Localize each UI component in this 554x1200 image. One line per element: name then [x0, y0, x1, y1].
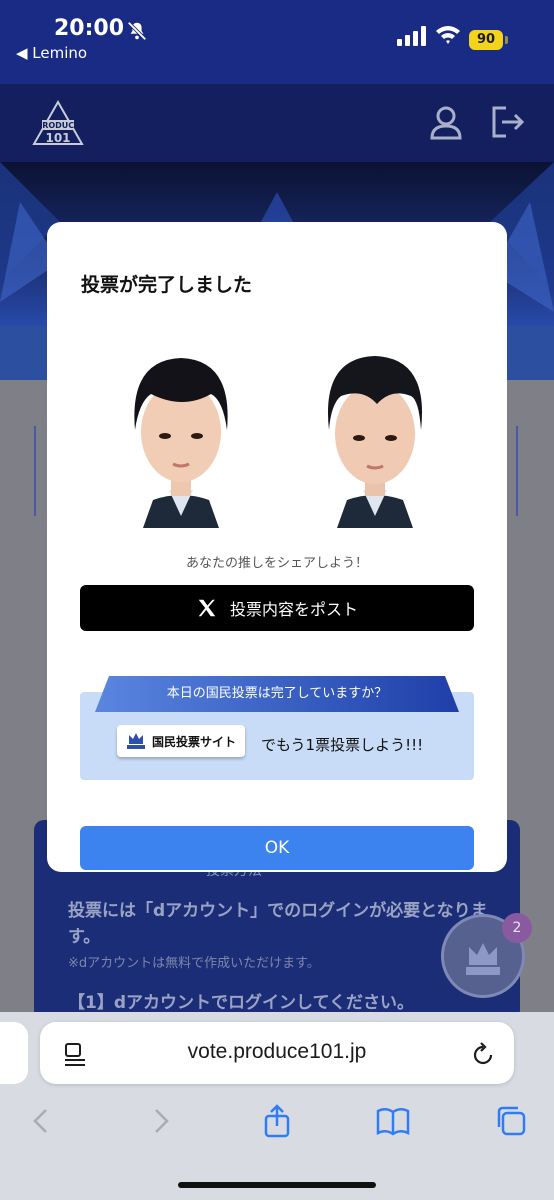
post-to-x-button[interactable]: 投票内容をポスト: [80, 585, 474, 631]
forward-arrow-icon[interactable]: [144, 1104, 178, 1138]
wifi-icon: [436, 26, 460, 44]
promo-banner-text: 本日の国民投票は完了していますか？: [166, 686, 388, 701]
svg-text:101: 101: [45, 131, 70, 145]
decor-line-right: [516, 426, 518, 516]
bookmarks-icon[interactable]: [376, 1104, 410, 1138]
produce101-logo[interactable]: PRODUCE 101: [32, 100, 84, 152]
x-logo-icon: [198, 599, 216, 617]
promo-text: でもう1票投票しよう!!!: [261, 736, 424, 754]
user-account-icon[interactable]: [426, 102, 466, 142]
trainee-photo-2: [307, 340, 443, 528]
battery-indicator: 90: [469, 30, 503, 50]
site-header: PRODUCE 101: [0, 84, 554, 162]
modal-title: 投票が完了しました: [81, 274, 253, 296]
decor-line-left: [34, 426, 36, 516]
site-button-label: 国民投票サイト: [151, 734, 236, 749]
status-time: 20:00: [54, 16, 125, 41]
vote-complete-modal: 投票が完了しました あなたの推しをシェアしよう！ 投票内容をポスト 本日の国民投…: [47, 222, 507, 872]
ok-button[interactable]: OK: [80, 826, 474, 870]
national-vote-site-button[interactable]: 国民投票サイト: [117, 725, 245, 757]
battery-tip: [505, 36, 508, 44]
tabs-icon[interactable]: [494, 1104, 528, 1138]
info-step-1: 【1】dアカウントでログインしてください。: [68, 993, 414, 1013]
back-to-app-link[interactable]: ◀ Lemino: [16, 44, 87, 62]
crown-icon: [126, 733, 145, 749]
status-bar: 20:00 ◀ Lemino 90: [0, 0, 554, 84]
info-free-account-note: ※dアカウントは無料で作成いただけます。: [68, 956, 320, 971]
svg-text:PRODUCE: PRODUCE: [36, 121, 79, 130]
share-prompt: あなたの推しをシェアしよう！: [185, 556, 368, 571]
cellular-signal-icon: [397, 26, 426, 46]
bell-muted-icon: [127, 21, 147, 41]
notification-badge: 2: [502, 913, 532, 943]
trainee-photo-1: [113, 340, 249, 528]
post-button-label: 投票内容をポスト: [229, 600, 358, 619]
reload-icon[interactable]: [470, 1040, 496, 1068]
share-icon[interactable]: [260, 1104, 294, 1138]
info-login-required: 投票には「dアカウント」でのログインが必要となります。: [68, 901, 488, 947]
logout-icon[interactable]: [488, 102, 528, 142]
home-indicator: [178, 1182, 376, 1188]
back-arrow-icon[interactable]: [24, 1104, 58, 1138]
